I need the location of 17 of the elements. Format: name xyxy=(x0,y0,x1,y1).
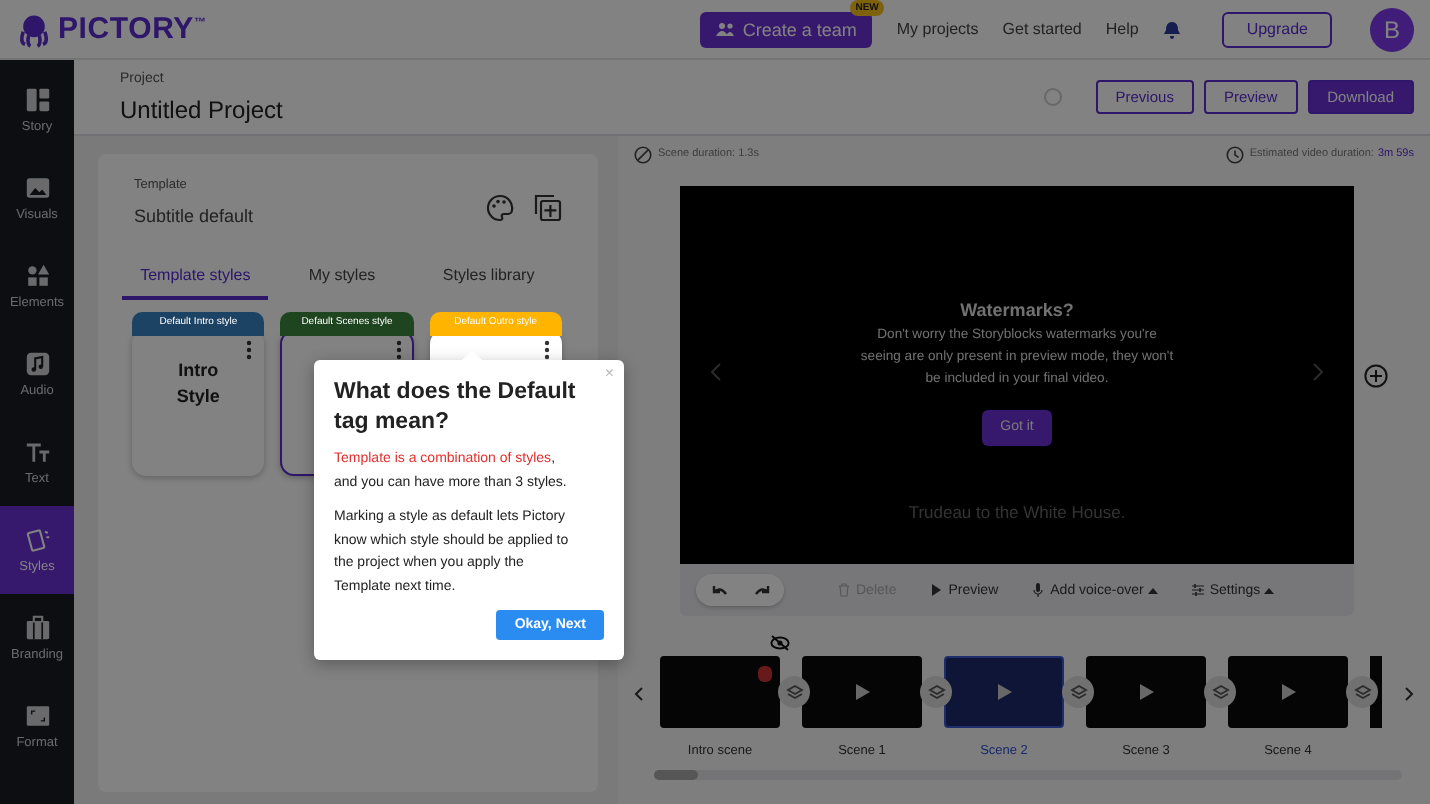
logo-text[interactable]: PICTORY$^{™}$ xyxy=(58,12,207,46)
popover-title: What does the Default tag mean? xyxy=(334,378,578,438)
styles-tab[interactable]: Template styles xyxy=(122,258,269,300)
nav-link[interactable]: Get started xyxy=(1002,20,1082,38)
close-button[interactable]: × xyxy=(604,364,614,382)
styles-tab[interactable]: My styles xyxy=(268,258,416,300)
nav-link[interactable]: Help xyxy=(1105,20,1139,38)
avatar[interactable]: B xyxy=(1370,7,1414,51)
create-team-button[interactable]: Create a team xyxy=(700,11,873,47)
style-title: Intro Style xyxy=(174,358,222,410)
upgrade-button[interactable]: Upgrade xyxy=(1222,11,1332,47)
notice-title: Watermarks? xyxy=(960,300,1074,320)
nav-link[interactable]: My projects xyxy=(896,20,979,38)
style-card[interactable]: Intro Style xyxy=(132,330,265,476)
project-title[interactable]: Untitled Project xyxy=(120,95,283,123)
template-name: Subtitle default xyxy=(134,206,254,226)
styles-tab[interactable]: Styles library xyxy=(415,258,562,300)
